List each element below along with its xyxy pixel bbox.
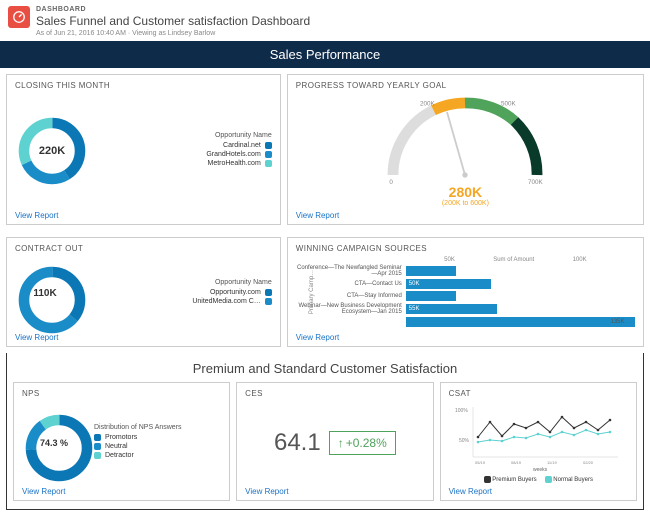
legend-item: Normal Buyers — [545, 476, 593, 483]
donut-value: 110K — [15, 263, 75, 323]
donut-value: 74.3 % — [22, 411, 86, 475]
card-progress-goal: PROGRESS TOWARD YEARLY GOAL 0 200K 500K … — [287, 74, 644, 225]
section-customer-satisfaction: Premium and Standard Customer Satisfacti… — [13, 353, 637, 382]
gauge-chart: 0 200K 500K 700K 280K (200K to 600K) — [296, 94, 635, 207]
hbar-chart: 50KSum of Amount100K Conference—The Newf… — [296, 257, 635, 329]
svg-text:500K: 500K — [501, 101, 517, 108]
view-report-link[interactable]: View Report — [15, 211, 272, 220]
svg-text:08/19: 08/19 — [511, 460, 522, 465]
svg-text:50%: 50% — [459, 438, 470, 444]
legend-item: GrandHotels.com — [206, 151, 260, 158]
card-nps: NPS 74.3 % Distribution of NPS Answers P… — [13, 382, 230, 501]
dashboard-header: DASHBOARD Sales Funnel and Customer sati… — [0, 0, 650, 41]
donut-value: 220K — [15, 114, 89, 188]
dashboard-icon — [8, 6, 30, 28]
legend-title: Distribution of NPS Answers — [94, 424, 221, 431]
legend-item: Opportunity.com — [210, 289, 261, 296]
page-title: Sales Funnel and Customer satisfaction D… — [36, 14, 310, 28]
header-kicker: DASHBOARD — [36, 6, 310, 13]
svg-text:100%: 100% — [455, 408, 468, 414]
card-contract-out: CONTRACT OUT 110K Opportunity Name Oppor… — [6, 237, 281, 347]
section-sales-performance: Sales Performance — [0, 41, 650, 68]
svg-text:weeks: weeks — [533, 467, 548, 472]
legend-item: UnitedMedia.com C… — [192, 298, 260, 305]
svg-text:02/20: 02/20 — [583, 460, 594, 465]
card-title: CONTRACT OUT — [15, 244, 272, 253]
view-report-link[interactable]: View Report — [245, 487, 424, 496]
view-report-link[interactable]: View Report — [22, 487, 221, 496]
card-ces: CES 64.1 ↑ +0.28% View Report — [236, 382, 433, 501]
svg-text:0: 0 — [390, 179, 394, 184]
svg-text:05/19: 05/19 — [475, 460, 486, 465]
donut-closing: 220K — [15, 114, 89, 188]
donut-contract: 110K — [15, 263, 75, 323]
gauge-subtitle: (200K to 600K) — [296, 200, 635, 207]
donut-nps: 74.3 % — [22, 411, 86, 475]
legend-item: Premium Buyers — [484, 476, 537, 483]
legend-item: Detractor — [105, 452, 134, 459]
legend-item: MetroHealth.com — [207, 160, 260, 167]
header-meta: As of Jun 21, 2016 10:40 AM · Viewing as… — [36, 30, 310, 37]
card-title: CSAT — [449, 389, 628, 398]
view-report-link[interactable]: View Report — [449, 487, 628, 496]
ces-delta: ↑ +0.28% — [329, 431, 396, 455]
card-title: PROGRESS TOWARD YEARLY GOAL — [296, 81, 635, 90]
card-title: WINNING CAMPAIGN SOURCES — [296, 244, 635, 253]
legend-item: Cardinal.net — [223, 142, 261, 149]
card-title: CES — [245, 389, 424, 398]
card-title: CLOSING THIS MONTH — [15, 81, 272, 90]
view-report-link[interactable]: View Report — [296, 211, 635, 220]
card-campaign-sources: WINNING CAMPAIGN SOURCES Primary Camp… 5… — [287, 237, 644, 347]
legend-item: Promotors — [105, 434, 137, 441]
svg-text:700K: 700K — [528, 179, 544, 184]
legend-item: Neutral — [105, 443, 128, 450]
legend-title: Opportunity Name — [97, 132, 272, 139]
view-report-link[interactable]: View Report — [296, 333, 635, 342]
gauge-value: 280K — [296, 184, 635, 200]
card-title: NPS — [22, 389, 221, 398]
y-axis-label: Primary Camp… — [309, 270, 315, 314]
card-closing-this-month: CLOSING THIS MONTH 220K Opportunity Name… — [6, 74, 281, 225]
line-chart: 100% 50% 05/19 08/19 11/19 02/20 weeks P… — [449, 402, 628, 483]
legend-title: Opportunity Name — [83, 279, 272, 286]
arrow-up-icon: ↑ — [338, 436, 344, 450]
card-csat: CSAT 100% 50% 05/19 08/19 11/19 02/20 we… — [440, 382, 637, 501]
svg-text:11/19: 11/19 — [547, 460, 557, 465]
ces-value: 64.1 — [274, 429, 321, 457]
svg-text:200K: 200K — [420, 101, 436, 108]
